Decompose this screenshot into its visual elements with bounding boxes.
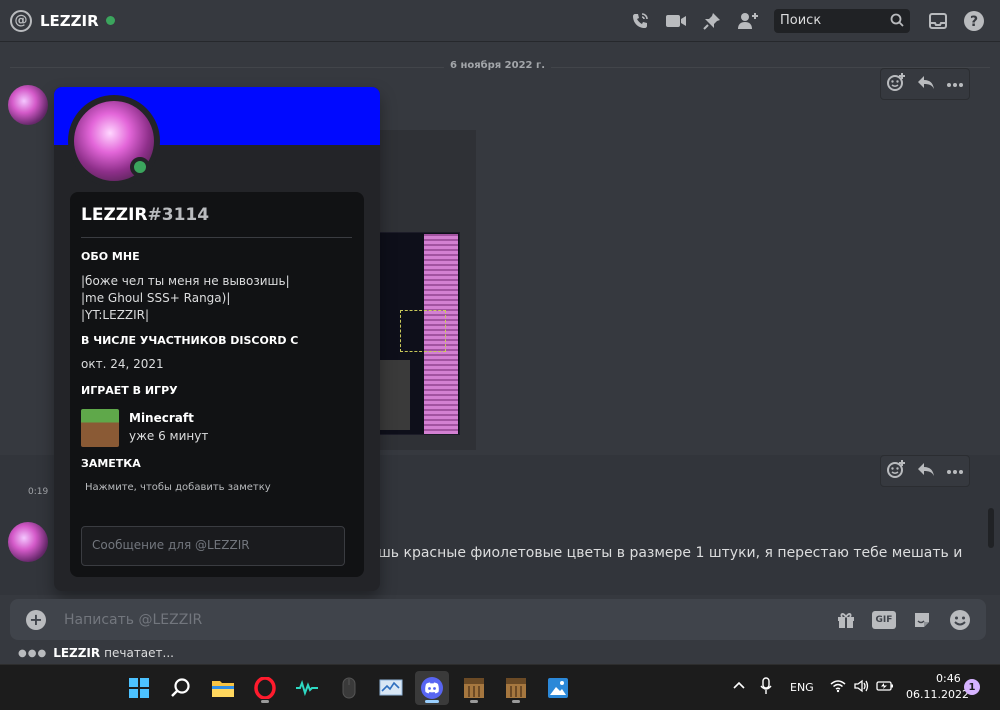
about-me-line-3: |YT:LEZZIR| [81, 308, 150, 322]
add-reaction-icon[interactable] [886, 459, 906, 483]
taskbar-file-explorer[interactable] [206, 671, 240, 705]
message-author-avatar[interactable] [8, 85, 48, 125]
message-author-avatar[interactable] [8, 522, 48, 562]
profile-username[interactable]: LEZZIR#3114 [81, 205, 209, 225]
message-actions-toolbar [880, 455, 970, 487]
gif-icon[interactable]: GIF [872, 608, 896, 632]
emoji-icon[interactable] [948, 608, 972, 632]
gift-icon[interactable] [834, 608, 858, 632]
message-composer: + Написать @LEZZIR GIF [10, 599, 986, 640]
message-timestamp: 0:19 [28, 487, 49, 497]
typing-dots-icon: ●●● [18, 647, 48, 659]
about-me-title: ОБО МНЕ [81, 250, 140, 263]
taskbar-audio-app[interactable] [290, 671, 324, 705]
date-divider-label: 6 ноября 2022 г. [444, 60, 552, 71]
video-call-icon[interactable] [664, 9, 688, 33]
search-input[interactable]: Поиск [774, 9, 910, 33]
screenshot-scoreboard [400, 310, 446, 352]
screenshot-rock-shape [380, 360, 410, 430]
microphone-icon[interactable] [760, 677, 772, 698]
pinned-messages-icon[interactable] [700, 9, 724, 33]
member-since-title: В ЧИСЛЕ УЧАСТНИКОВ DISCORD С [81, 334, 299, 347]
folder-icon [212, 681, 234, 697]
taskbar-opera-browser[interactable] [248, 671, 282, 705]
windows-taskbar: ENG 0:46 06.11.2022 [0, 664, 1000, 710]
online-status-indicator [105, 16, 115, 25]
profile-info-panel: LEZZIR#3114 ОБО МНЕ |боже чел ты меня не… [70, 192, 364, 577]
playing-title: ИГРАЕТ В ИГРУ [81, 384, 178, 397]
at-sign-icon: @ [10, 9, 32, 32]
minecraft-game-icon [81, 409, 119, 447]
discord-logo-icon [421, 677, 443, 699]
reply-icon[interactable] [917, 74, 935, 94]
taskbar-photos[interactable] [541, 671, 575, 705]
running-indicator [512, 700, 520, 703]
add-reaction-icon[interactable] [886, 72, 906, 96]
opera-icon [254, 677, 276, 699]
gif-label: GIF [872, 610, 896, 629]
note-title: ЗАМЕТКА [81, 457, 141, 470]
profile-online-status [130, 157, 150, 177]
taskbar-mouse-app[interactable] [332, 671, 366, 705]
taskbar-monitor-app[interactable] [374, 671, 408, 705]
start-button[interactable] [122, 671, 156, 705]
reply-icon[interactable] [917, 461, 935, 481]
channel-header: @ LEZZIR Поиск ? [0, 0, 1000, 42]
profile-message-input[interactable]: Сообщение для @LEZZIR [81, 526, 345, 566]
attach-plus-icon[interactable]: + [26, 609, 46, 630]
windows-logo-icon [129, 678, 149, 698]
waveform-icon [296, 680, 318, 696]
search-icon [890, 13, 904, 31]
clock-time[interactable]: 0:46 [936, 672, 961, 685]
more-options-icon[interactable] [946, 77, 964, 92]
add-friends-to-dm-icon[interactable] [736, 9, 760, 33]
note-input[interactable]: Нажмите, чтобы добавить заметку [85, 482, 271, 493]
voice-call-icon[interactable] [628, 9, 652, 33]
profile-divider [81, 237, 352, 238]
running-indicator [470, 700, 478, 703]
crafting-table-icon [464, 678, 484, 698]
help-icon[interactable]: ? [962, 9, 986, 33]
svg-text:?: ? [970, 14, 978, 30]
profile-username-text: LEZZIR [81, 205, 148, 225]
battery-charging-icon[interactable] [876, 679, 894, 696]
notification-count-badge[interactable]: 1 [964, 679, 980, 695]
about-me-line-2: |me Ghoul SSS+ Ranga)| [81, 291, 231, 305]
taskbar-minecraft-launcher[interactable] [457, 671, 491, 705]
keyboard-language[interactable]: ENG [790, 681, 814, 694]
volume-icon[interactable] [854, 679, 870, 696]
crafting-table-icon [506, 678, 526, 698]
inbox-icon[interactable] [926, 9, 950, 33]
taskbar-search-button[interactable] [164, 671, 198, 705]
more-options-icon[interactable] [946, 464, 964, 479]
photos-icon [548, 678, 568, 698]
search-icon [171, 678, 190, 697]
typing-indicator: ●●● LEZZIR печатает... [18, 646, 174, 660]
game-elapsed-time: уже 6 минут [129, 429, 209, 443]
sticker-icon[interactable] [910, 608, 934, 632]
active-app-indicator [425, 700, 439, 703]
dm-username-title[interactable]: LEZZIR [40, 12, 99, 30]
mouse-icon [342, 677, 356, 699]
tray-chevron-up-icon[interactable] [733, 680, 745, 693]
member-since-date: окт. 24, 2021 [81, 357, 164, 371]
game-name: Minecraft [129, 411, 194, 425]
user-profile-popout: LEZZIR#3114 ОБО МНЕ |боже чел ты меня не… [54, 87, 380, 591]
message-actions-toolbar [880, 68, 970, 100]
performance-monitor-icon [379, 679, 403, 696]
profile-discriminator: #3114 [147, 205, 210, 225]
message-input[interactable]: Написать @LEZZIR [64, 612, 820, 628]
about-me-line-1: |боже чел ты меня не вывозишь| [81, 274, 290, 288]
clock-date[interactable]: 06.11.2022 [906, 688, 969, 701]
wifi-icon[interactable] [830, 679, 846, 696]
typing-username: LEZZIR [53, 646, 101, 660]
running-indicator [261, 700, 269, 703]
chat-scrollbar[interactable] [988, 508, 994, 548]
message-content: шь красные фиолетовые цветы в размере 1 … [378, 545, 963, 561]
taskbar-minecraft-launcher-2[interactable] [499, 671, 533, 705]
typing-text: печатает... [104, 646, 174, 660]
taskbar-discord[interactable] [415, 671, 449, 705]
search-placeholder: Поиск [780, 13, 822, 28]
profile-message-placeholder: Сообщение для @LEZZIR [92, 538, 250, 552]
